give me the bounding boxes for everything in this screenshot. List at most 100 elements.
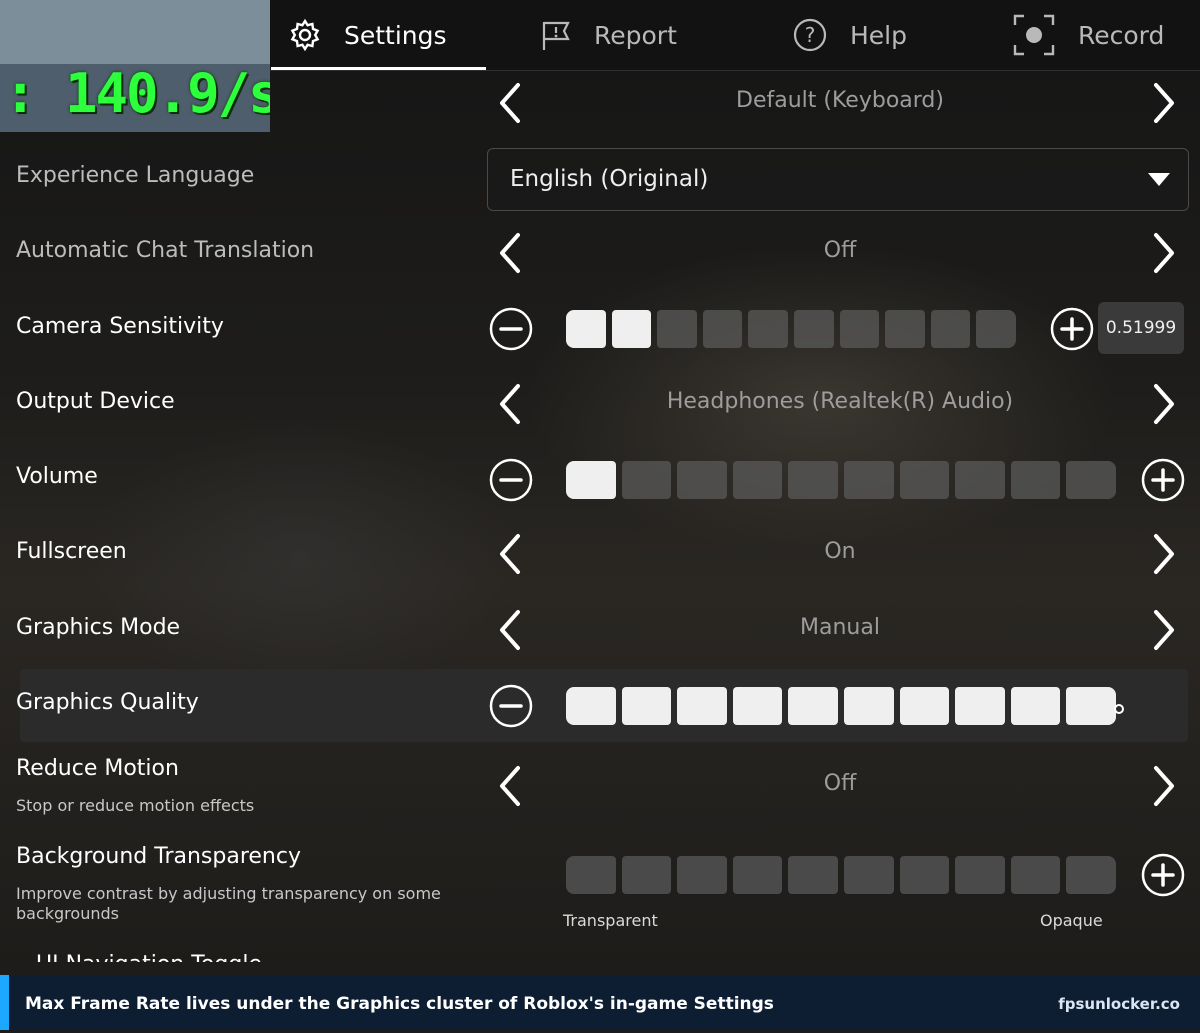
chevron-left-icon <box>500 610 520 650</box>
slider-segment[interactable] <box>793 310 834 348</box>
slider-segment[interactable] <box>677 856 727 894</box>
background-transparency-label: Background Transparency <box>16 844 301 869</box>
slider-segment[interactable] <box>976 310 1016 348</box>
background-transparency-increase-button[interactable] <box>1141 853 1185 897</box>
chevron-left-icon <box>500 384 520 424</box>
slider-segment[interactable] <box>677 687 727 725</box>
slider-segment[interactable] <box>732 856 783 894</box>
chat-translation-value: Off <box>823 238 857 263</box>
output-device-next-button[interactable] <box>1143 382 1183 426</box>
slider-segment[interactable] <box>1010 856 1061 894</box>
minus-circle-icon <box>489 684 533 728</box>
background-transparency-slider[interactable] <box>566 856 1116 894</box>
slider-segment[interactable] <box>843 461 894 499</box>
movement-mode-value: Default (Keyboard) <box>736 88 944 113</box>
volume-decrease-button[interactable] <box>489 458 533 502</box>
tab-settings[interactable]: Settings <box>288 0 447 70</box>
camera-sensitivity-label: Camera Sensitivity <box>16 314 224 339</box>
slider-segment[interactable] <box>788 687 838 725</box>
graphics-quality-decrease-button[interactable] <box>489 684 533 728</box>
slider-segment[interactable] <box>788 461 838 499</box>
chevron-right-icon <box>1154 233 1174 273</box>
slider-segment[interactable] <box>899 856 950 894</box>
slider-segment[interactable] <box>843 687 894 725</box>
slider-segment[interactable] <box>930 310 971 348</box>
output-device-prev-button[interactable] <box>491 382 531 426</box>
flag-icon <box>542 21 570 50</box>
volume-increase-button[interactable] <box>1141 458 1185 502</box>
fps-readout: : 140.9/s <box>4 62 270 125</box>
footer-caption: Max Frame Rate lives under the Graphics … <box>25 994 774 1014</box>
fullscreen-prev-button[interactable] <box>491 532 531 576</box>
next-setting-partial: UI Navigation Toggle <box>36 948 296 962</box>
output-device-label: Output Device <box>16 389 175 414</box>
slider-segment[interactable] <box>566 461 616 499</box>
slider-segment[interactable] <box>566 310 606 348</box>
reduce-motion-next-button[interactable] <box>1143 764 1183 808</box>
caption-footer: Max Frame Rate lives under the Graphics … <box>0 975 1200 1030</box>
chat-translation-next-button[interactable] <box>1143 231 1183 275</box>
camera-sensitivity-decrease-button[interactable] <box>489 307 533 351</box>
camera-sensitivity-readout[interactable]: 0.51999 <box>1098 302 1184 354</box>
settings-tab-bar: Settings Report ? Help Record <box>270 0 1200 71</box>
chevron-right-icon <box>1154 384 1174 424</box>
slider-segment[interactable] <box>788 856 838 894</box>
tab-report[interactable]: Report <box>538 0 677 70</box>
slider-segment[interactable] <box>611 310 652 348</box>
camera-sensitivity-slider[interactable] <box>566 310 1016 348</box>
graphics-mode-prev-button[interactable] <box>491 608 531 652</box>
camera-sensitivity-increase-button[interactable] <box>1050 307 1094 351</box>
slider-segment[interactable] <box>621 687 672 725</box>
help-icon: ? <box>793 18 827 52</box>
experience-language-dropdown[interactable]: English (Original) <box>487 148 1189 211</box>
slider-segment[interactable] <box>748 310 788 348</box>
slider-segment[interactable] <box>732 687 783 725</box>
reduce-motion-prev-button[interactable] <box>491 764 531 808</box>
slider-segment[interactable] <box>899 461 950 499</box>
chat-translation-prev-button[interactable] <box>491 231 531 275</box>
gear-icon <box>290 18 320 52</box>
caret-down-icon <box>1148 173 1170 186</box>
footer-site: fpsunlocker.co <box>1058 995 1180 1013</box>
slider-segment[interactable] <box>732 461 783 499</box>
minus-circle-icon <box>489 307 533 351</box>
fullscreen-next-button[interactable] <box>1143 532 1183 576</box>
movement-mode-next-button[interactable] <box>1143 81 1183 125</box>
output-device-value: Headphones (Realtek(R) Audio) <box>666 389 1014 414</box>
footer-accent-bar <box>0 975 9 1030</box>
volume-slider[interactable] <box>566 461 1116 499</box>
graphics-mode-next-button[interactable] <box>1143 608 1183 652</box>
movement-mode-prev-button[interactable] <box>491 81 531 125</box>
slider-segment[interactable] <box>621 461 672 499</box>
slider-segment[interactable] <box>843 856 894 894</box>
slider-segment[interactable] <box>1066 856 1116 894</box>
slider-segment[interactable] <box>1010 687 1061 725</box>
slider-segment[interactable] <box>839 310 880 348</box>
slider-end-dot-icon <box>1113 700 1125 719</box>
tab-record-label: Record <box>1078 20 1165 50</box>
slider-segment[interactable] <box>677 461 727 499</box>
slider-segment[interactable] <box>566 856 616 894</box>
slider-segment[interactable] <box>1066 687 1116 725</box>
fullscreen-value: On <box>824 539 856 564</box>
slider-segment[interactable] <box>955 461 1005 499</box>
slider-segment[interactable] <box>1010 461 1061 499</box>
slider-segment[interactable] <box>955 687 1005 725</box>
volume-label: Volume <box>16 464 98 489</box>
slider-segment[interactable] <box>657 310 697 348</box>
graphics-quality-slider[interactable] <box>566 687 1116 725</box>
experience-language-label: Experience Language <box>16 163 255 188</box>
experience-language-value: English (Original) <box>510 166 709 192</box>
slider-segment[interactable] <box>1066 461 1116 499</box>
tab-help[interactable]: ? Help <box>792 0 907 70</box>
slider-segment[interactable] <box>885 310 925 348</box>
slider-segment[interactable] <box>566 687 616 725</box>
tab-record[interactable]: Record <box>1012 0 1164 70</box>
slider-segment[interactable] <box>955 856 1005 894</box>
slider-segment[interactable] <box>702 310 743 348</box>
slider-segment[interactable] <box>899 687 950 725</box>
chevron-right-icon <box>1154 766 1174 806</box>
graphics-quality-label: Graphics Quality <box>16 690 199 715</box>
plus-circle-icon <box>1141 458 1185 502</box>
slider-segment[interactable] <box>621 856 672 894</box>
